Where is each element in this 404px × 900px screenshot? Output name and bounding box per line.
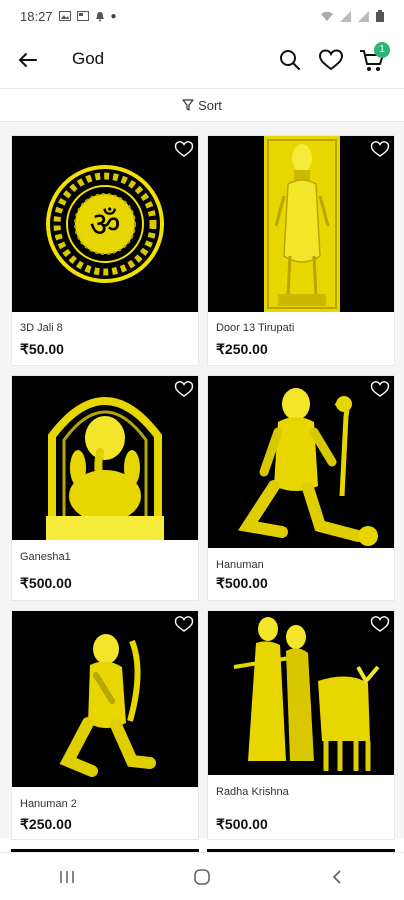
product-name: Ganesha1 bbox=[20, 551, 71, 563]
favorite-heart-icon[interactable] bbox=[370, 615, 390, 633]
chevron-left-icon bbox=[332, 869, 341, 884]
sort-button[interactable]: Sort bbox=[0, 88, 404, 122]
battery-icon bbox=[376, 10, 384, 22]
status-bar: 18:27 ● bbox=[0, 0, 404, 32]
favorite-heart-icon[interactable] bbox=[370, 380, 390, 398]
favorite-heart-icon[interactable] bbox=[174, 380, 194, 398]
wifi-icon bbox=[321, 11, 333, 21]
wishlist-heart-icon[interactable] bbox=[318, 48, 344, 72]
product-card[interactable]: Ganesha1 ₹500.00 bbox=[11, 375, 199, 601]
system-nav-bar bbox=[0, 852, 404, 900]
home-icon bbox=[194, 868, 210, 885]
sort-label: Sort bbox=[198, 97, 222, 113]
product-price: ₹250.00 bbox=[216, 341, 268, 357]
system-back-button[interactable] bbox=[317, 865, 357, 889]
svg-text:ॐ: ॐ bbox=[89, 205, 120, 245]
recents-button[interactable] bbox=[47, 865, 87, 889]
app-bar: God bbox=[0, 32, 404, 88]
product-image-hanuman-praying bbox=[12, 611, 198, 787]
status-time: 18:27 bbox=[20, 8, 53, 24]
product-price: ₹250.00 bbox=[20, 816, 72, 832]
product-image-ganesha bbox=[12, 376, 198, 540]
product-card[interactable]: Radha Krishna ₹500.00 bbox=[207, 610, 395, 840]
favorite-heart-icon[interactable] bbox=[370, 140, 390, 158]
product-name: 3D Jali 8 bbox=[20, 322, 63, 334]
filter-funnel-icon bbox=[182, 99, 194, 111]
product-name: Hanuman 2 bbox=[20, 798, 77, 810]
product-price: ₹50.00 bbox=[20, 341, 64, 357]
product-card[interactable]: Door 13 Tirupati ₹250.00 bbox=[207, 135, 395, 366]
search-icon[interactable] bbox=[278, 48, 302, 72]
product-price: ₹500.00 bbox=[216, 816, 268, 832]
signal-icon-2 bbox=[358, 10, 369, 22]
cart-count-badge: 1 bbox=[374, 42, 390, 58]
page-title: God bbox=[72, 49, 105, 68]
notification-bell-icon bbox=[95, 11, 104, 21]
product-card[interactable]: ॐ 3D Jali 8 ₹50.00 bbox=[11, 135, 199, 366]
product-name: Door 13 Tirupati bbox=[216, 322, 295, 334]
gallery-icon bbox=[76, 11, 89, 21]
home-button[interactable] bbox=[182, 865, 222, 889]
image-icon bbox=[58, 11, 71, 21]
product-name: Radha Krishna bbox=[216, 786, 289, 798]
product-price: ₹500.00 bbox=[216, 575, 268, 591]
recents-icon bbox=[60, 870, 75, 883]
more-dot-icon: ● bbox=[110, 10, 117, 22]
product-card[interactable]: Hanuman ₹500.00 bbox=[207, 375, 395, 601]
signal-icon bbox=[340, 10, 351, 22]
product-image-hanuman-kneeling bbox=[208, 376, 394, 548]
product-image-radha-krishna-cow bbox=[208, 611, 394, 775]
product-price: ₹500.00 bbox=[20, 575, 72, 591]
favorite-heart-icon[interactable] bbox=[174, 615, 194, 633]
favorite-heart-icon[interactable] bbox=[174, 140, 194, 158]
product-name: Hanuman bbox=[216, 559, 264, 571]
product-image-om-medallion: ॐ bbox=[12, 136, 198, 312]
product-image-tirupati-panel bbox=[208, 136, 394, 312]
back-arrow-icon[interactable] bbox=[14, 46, 42, 74]
product-card[interactable]: Hanuman 2 ₹250.00 bbox=[11, 610, 199, 840]
